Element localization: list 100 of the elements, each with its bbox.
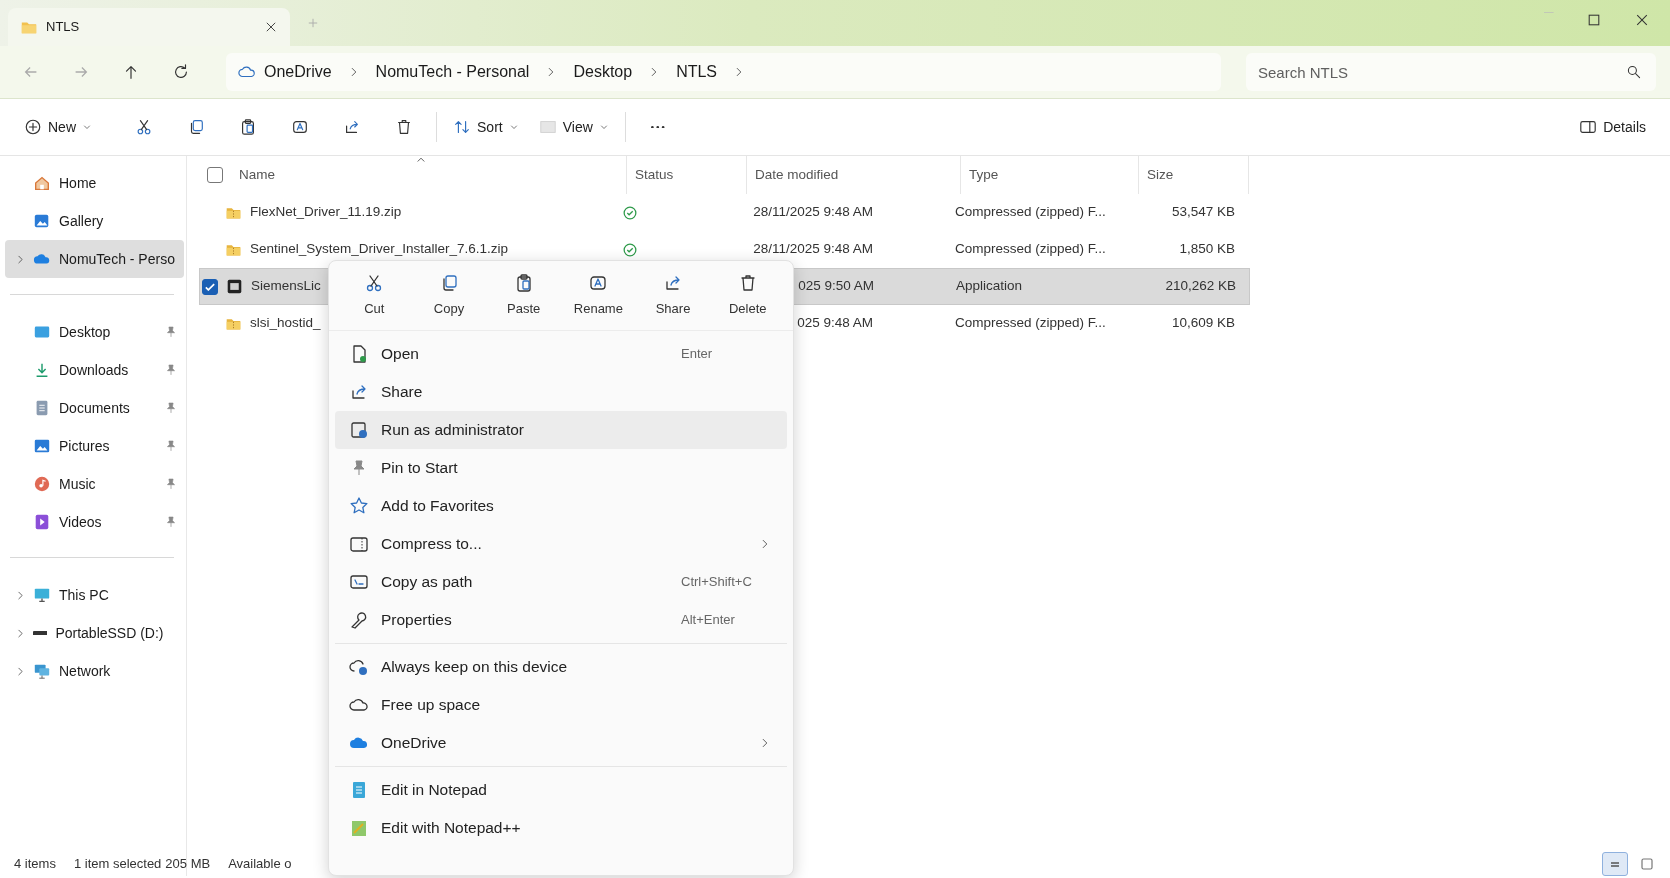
column-header[interactable]: Type	[969, 164, 999, 186]
view-button[interactable]: View	[528, 107, 619, 147]
sidebar-item[interactable]: Videos	[5, 503, 184, 541]
details-button[interactable]: Details	[1569, 107, 1656, 147]
file-name[interactable]: Sentinel_System_Driver_Installer_7.6.1.zip	[250, 239, 509, 260]
menu-item[interactable]: Pin to Start	[335, 449, 787, 487]
share-icon	[343, 118, 361, 136]
column-header[interactable]: Date modified	[755, 164, 839, 186]
sidebar-item[interactable]: This PC	[5, 576, 184, 614]
chevron-right-icon	[15, 665, 26, 677]
date-modified: 025 9:50 AM	[798, 278, 874, 294]
new-button[interactable]: New	[14, 107, 102, 147]
rename-button[interactable]: Rename	[561, 261, 636, 330]
path-icon	[349, 572, 369, 592]
status-text: Available o	[228, 855, 292, 874]
network-icon	[33, 662, 51, 680]
sidebar-item[interactable]: NomuTech - Perso	[5, 240, 184, 278]
chevron-down-icon	[82, 122, 92, 132]
copy-button[interactable]: Copy	[411, 261, 487, 330]
file-type: Compressed (zipped) F...	[955, 315, 1106, 331]
share-button[interactable]: Share	[635, 261, 711, 330]
menu-item[interactable]: Properties Alt+Enter	[335, 601, 787, 639]
breadcrumb[interactable]: NTLS	[676, 60, 718, 84]
search-field[interactable]: Search NTLS	[1246, 53, 1656, 91]
menu-item[interactable]: Compress to...	[335, 525, 787, 563]
chevron-right-icon	[15, 253, 26, 265]
new-tab-icon	[306, 16, 320, 30]
maximize-icon	[1586, 12, 1602, 28]
sidebar-item[interactable]: Desktop	[5, 313, 184, 351]
menu-item[interactable]: Add to Favorites	[335, 487, 787, 525]
file-size: 53,547 KB	[1171, 204, 1235, 220]
details-view-button[interactable]	[1602, 852, 1628, 876]
breadcrumb[interactable]: OneDrive	[264, 60, 332, 84]
menu-item[interactable]: Open Enter	[335, 335, 787, 373]
menu-item[interactable]: Share	[335, 373, 787, 411]
plus-circle-icon	[24, 118, 42, 136]
trash-icon	[395, 118, 413, 136]
breadcrumb[interactable]: NomuTech - Personal	[375, 60, 530, 84]
clipboard-icon	[239, 118, 257, 136]
chevron-down-icon	[598, 122, 609, 132]
row-checkbox[interactable]	[202, 278, 218, 295]
list-view-icon	[1611, 861, 1619, 867]
scissors-icon	[135, 118, 153, 136]
delete-button[interactable]: Delete	[710, 261, 786, 330]
tab-title: NTLS	[46, 18, 80, 37]
chevron-right-icon	[15, 627, 26, 639]
drive-icon	[33, 630, 48, 636]
file-type: Application	[956, 278, 1023, 294]
sort-button[interactable]: Sort	[443, 107, 529, 147]
wrench-icon	[349, 610, 369, 630]
refresh-icon	[172, 63, 190, 81]
app-icon	[226, 278, 243, 295]
sidebar-item[interactable]: Music	[5, 465, 184, 503]
date-modified: 28/11/2025 9:48 AM	[753, 241, 873, 257]
file-name[interactable]: SiemensLic	[251, 276, 321, 297]
check-icon	[205, 282, 215, 291]
menu-item[interactable]: Edit with Notepad++	[335, 809, 787, 847]
sidebar-item[interactable]: Home	[5, 164, 184, 202]
star-icon	[349, 496, 369, 516]
column-header[interactable]: Status	[635, 164, 674, 186]
column-header[interactable]: Size	[1147, 164, 1174, 186]
file-size: 210,262 KB	[1165, 278, 1236, 294]
menu-item[interactable]: Run as administrator	[335, 411, 787, 449]
rename-icon	[291, 118, 309, 136]
menu-item[interactable]: OneDrive	[335, 724, 787, 762]
sidebar-item[interactable]: Gallery	[5, 202, 184, 240]
date-modified: 025 9:48 AM	[797, 315, 873, 331]
more-icon	[651, 125, 665, 129]
file-name[interactable]: slsi_hostid_	[250, 313, 321, 334]
address-bar[interactable]: OneDrive NomuTech - Personal Desktop NTLS	[226, 53, 1221, 91]
select-all-checkbox[interactable]	[207, 167, 223, 183]
chevron-down-icon	[508, 122, 519, 132]
notepad-plus-icon	[349, 818, 369, 838]
file-name[interactable]: FlexNet_Driver_11.19.zip	[250, 202, 402, 223]
sidebar-item[interactable]: Documents	[5, 389, 184, 427]
menu-item[interactable]: Always keep on this device	[335, 648, 787, 686]
sidebar-item[interactable]: Network	[5, 652, 184, 690]
close-icon	[1634, 12, 1650, 28]
file-size: 10,609 KB	[1171, 315, 1235, 331]
sidebar-item[interactable]: PortableSSD (D:)	[5, 614, 184, 652]
column-header[interactable]: Name	[239, 164, 275, 186]
menu-item[interactable]: Copy as path Ctrl+Shift+C	[335, 563, 787, 601]
paste-button[interactable]: Paste	[486, 261, 561, 330]
breadcrumb[interactable]: Desktop	[573, 60, 633, 84]
view-icon	[538, 118, 557, 136]
pin-icon	[164, 363, 178, 377]
window-tab[interactable]: NTLS	[8, 8, 290, 46]
cloud-check-icon	[349, 657, 369, 677]
file-type: Compressed (zipped) F...	[955, 241, 1106, 257]
sidebar-item[interactable]: Downloads	[5, 351, 184, 389]
home-icon	[33, 174, 51, 192]
date-modified: 28/11/2025 9:48 AM	[753, 204, 873, 220]
pin-icon	[164, 439, 178, 453]
sidebar-item[interactable]: Pictures	[5, 427, 184, 465]
pin-icon	[164, 325, 178, 339]
cut-button[interactable]: Cut	[337, 261, 412, 330]
close-tab-button[interactable]	[264, 20, 278, 34]
menu-item[interactable]: Free up space	[335, 686, 787, 724]
file-size: 1,850 KB	[1179, 241, 1235, 257]
menu-item[interactable]: Edit in Notepad	[335, 771, 787, 809]
